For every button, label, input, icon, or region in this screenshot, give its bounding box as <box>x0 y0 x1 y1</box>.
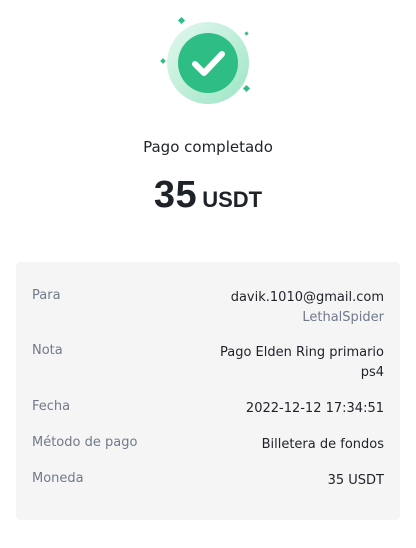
amount-value: 35 <box>153 174 198 216</box>
payment-details-card: Para davik.1010@gmail.com LethalSpider N… <box>16 262 400 520</box>
sparkle-icon <box>177 16 186 25</box>
detail-value: davik.1010@gmail.com LethalSpider <box>231 288 384 328</box>
sparkle-icon <box>160 58 166 64</box>
sparkle-icon <box>242 84 251 93</box>
date-value: 2022-12-12 17:34:51 <box>245 401 384 416</box>
success-graphic <box>155 14 261 108</box>
currency-value: 35 USDT <box>327 473 384 488</box>
sparkle-icon <box>244 31 249 36</box>
check-circle-icon <box>160 16 251 104</box>
detail-value: Billetera de fondos <box>262 435 384 455</box>
detail-label: Método de pago <box>32 435 138 450</box>
detail-label: Para <box>32 288 61 303</box>
detail-label: Fecha <box>32 399 71 414</box>
detail-label: Moneda <box>32 471 84 486</box>
detail-value: 2022-12-12 17:34:51 <box>246 399 384 419</box>
detail-value: 35 USDT <box>328 471 384 491</box>
detail-label: Nota <box>32 343 63 358</box>
note-text-line2: ps4 <box>360 365 384 380</box>
recipient-nickname: LethalSpider <box>302 310 384 325</box>
payment-amount: 35 USDT <box>0 174 416 217</box>
note-text: Pago Elden Ring primario <box>219 345 384 360</box>
amount-unit: USDT <box>202 187 263 212</box>
detail-value: Pago Elden Ring primario ps4 <box>220 343 384 383</box>
payment-status-title: Pago completado <box>143 138 273 156</box>
recipient-email: davik.1010@gmail.com <box>230 290 384 305</box>
payment-method-value: Billetera de fondos <box>261 437 384 452</box>
